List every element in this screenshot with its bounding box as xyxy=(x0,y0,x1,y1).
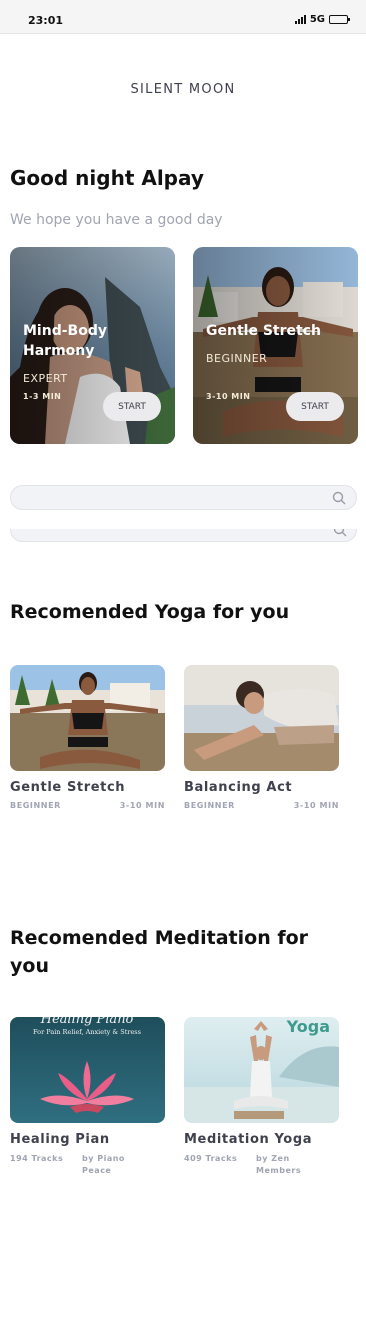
start-button[interactable]: START xyxy=(103,392,161,421)
status-indicators: 5G xyxy=(294,14,350,25)
meditation-card-meta: 409 Tracks by Zen Members xyxy=(184,1153,339,1177)
status-time: 23:01 xyxy=(28,14,64,27)
meditation-card-meta: 194 Tracks by Piano Peace xyxy=(10,1153,165,1177)
yoga-card-title: Gentle Stretch xyxy=(10,780,126,795)
search-bar[interactable] xyxy=(10,485,357,510)
featured-card-gentle-stretch[interactable]: Gentle Stretch BEGINNER 3-10 MIN START xyxy=(193,247,358,444)
meditation-card-title: Meditation Yoga xyxy=(184,1132,313,1147)
meditation-card-image: Yoga xyxy=(184,1017,339,1123)
meditation-section-title: Recomended Meditation for you xyxy=(10,927,309,977)
featured-card-level: EXPERT xyxy=(23,372,68,385)
art-title: Yoga xyxy=(286,1017,330,1036)
featured-card-title: Gentle Stretch xyxy=(206,323,321,339)
meditation-card-healing-piano[interactable]: Healing Piano For Pain Relief, Anxiety &… xyxy=(10,1017,165,1177)
art-subtitle: For Pain Relief, Anxiety & Stress xyxy=(33,1028,141,1036)
yoga-card-level: BEGINNER xyxy=(10,801,61,810)
meditation-card-image: Healing Piano For Pain Relief, Anxiety &… xyxy=(10,1017,165,1123)
yoga-card-level: BEGINNER xyxy=(184,801,235,810)
meditation-card-tracks: 409 Tracks xyxy=(184,1154,238,1163)
app-brand: SILENT MOON xyxy=(130,82,236,97)
featured-card-level: BEGINNER xyxy=(206,352,268,365)
yoga-card-meta: BEGINNER 3-10 MIN xyxy=(184,801,339,810)
meditation-card-title: Healing Pian xyxy=(10,1132,110,1147)
search-input[interactable] xyxy=(23,489,323,507)
featured-card-duration: 1-3 MIN xyxy=(23,392,62,401)
featured-card-duration: 3-10 MIN xyxy=(206,392,251,401)
start-button[interactable]: START xyxy=(286,392,344,421)
meditation-card-author: by Zen Members xyxy=(256,1154,302,1175)
art-title: Healing Piano xyxy=(40,1017,134,1027)
signal-icon xyxy=(294,15,306,24)
featured-card-mind-body[interactable]: Mind-Body Harmony EXPERT 1-3 MIN START xyxy=(10,247,175,444)
yoga-section-title: Recomended Yoga for you xyxy=(10,601,290,623)
yoga-card-image xyxy=(184,665,339,771)
status-bar: 23:01 5G xyxy=(0,0,366,34)
greeting-subtitle: We hope you have a good day xyxy=(10,212,223,228)
meditation-card-tracks: 194 Tracks xyxy=(10,1154,64,1163)
meditation-card-author: by Piano Peace xyxy=(82,1154,125,1175)
meditation-card-meditation-yoga[interactable]: Yoga Meditation Yoga 409 Tracks by Zen M… xyxy=(184,1017,339,1177)
search-bar-secondary[interactable] xyxy=(10,529,357,543)
yoga-card-meta: BEGINNER 3-10 MIN xyxy=(10,801,165,810)
yoga-card-image xyxy=(10,665,165,771)
search-bar-secondary-field[interactable] xyxy=(10,529,357,542)
network-label: 5G xyxy=(309,14,325,25)
battery-icon xyxy=(329,15,350,24)
yoga-card-duration: 3-10 MIN xyxy=(119,801,165,810)
search-icon[interactable] xyxy=(333,529,347,537)
yoga-card-duration: 3-10 MIN xyxy=(293,801,339,810)
greeting-title: Good night Alpay xyxy=(10,166,204,190)
yoga-card-balancing-act[interactable]: Balancing Act BEGINNER 3-10 MIN xyxy=(184,665,339,810)
search-icon[interactable] xyxy=(332,491,346,505)
featured-card-title: Mind-Body Harmony xyxy=(23,323,107,359)
yoga-card-gentle-stretch[interactable]: Gentle Stretch BEGINNER 3-10 MIN xyxy=(10,665,165,810)
yoga-card-title: Balancing Act xyxy=(184,780,293,795)
